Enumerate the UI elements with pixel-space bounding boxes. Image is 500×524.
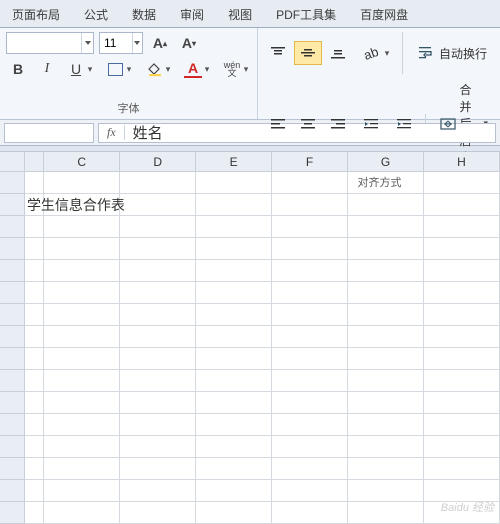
italic-button[interactable]: I (35, 58, 59, 80)
align-center-button[interactable] (294, 112, 322, 136)
row-header[interactable] (0, 216, 25, 238)
col-header-c[interactable]: C (44, 152, 120, 172)
svg-text:ab: ab (362, 45, 380, 61)
font-name-combo[interactable] (6, 32, 94, 54)
align-bottom-icon (327, 43, 349, 63)
align-middle-icon (297, 43, 319, 63)
tab-layout[interactable]: 页面布局 (0, 1, 72, 27)
row-header[interactable] (0, 502, 25, 524)
border-button[interactable]: ▾ (103, 58, 137, 80)
select-all-corner[interactable] (0, 152, 25, 172)
chevron-down-icon[interactable] (132, 33, 142, 53)
align-center-icon (297, 114, 319, 134)
ribbon: A▴ A▾ B I U▾ ▾ ▾ A▾ wén文▾ 字体 (0, 28, 500, 120)
group-align: ab▾ 自动换行 合并后居中 ▾ (258, 28, 500, 119)
cell-title[interactable]: 学生信息合作表 (25, 194, 44, 216)
bold-button[interactable]: B (6, 58, 30, 80)
align-left-button[interactable] (264, 112, 292, 136)
border-icon (108, 63, 123, 76)
group-font: A▴ A▾ B I U▾ ▾ ▾ A▾ wén文▾ 字体 (0, 28, 258, 119)
phonetic-button[interactable]: wén文▾ (220, 58, 254, 80)
increase-indent-icon (393, 114, 415, 134)
row-header[interactable] (0, 480, 25, 502)
cells-area[interactable]: 学生信息合作表 (0, 172, 500, 524)
name-box[interactable] (4, 123, 94, 143)
tab-data[interactable]: 数据 (120, 1, 168, 27)
col-header-h[interactable]: H (424, 152, 500, 172)
fill-color-button[interactable]: ▾ (142, 58, 176, 80)
row-header[interactable] (0, 282, 25, 304)
grow-font-button[interactable]: A▴ (148, 32, 172, 54)
row-header[interactable] (0, 326, 25, 348)
tab-view[interactable]: 视图 (216, 1, 264, 27)
align-left-icon (267, 114, 289, 134)
wrap-text-label: 自动换行 (439, 45, 487, 62)
formula-value[interactable]: 姓名 (125, 122, 171, 143)
column-headers: C D E F G H (0, 152, 500, 172)
row-header[interactable] (0, 172, 25, 194)
font-size-input[interactable] (100, 36, 132, 50)
font-color-button[interactable]: A▾ (181, 58, 215, 80)
font-name-input[interactable] (7, 36, 81, 50)
formula-bar-area: fx 姓名 (0, 120, 500, 146)
col-header[interactable] (25, 152, 44, 172)
font-color-icon: A (184, 60, 202, 78)
row-header[interactable] (0, 348, 25, 370)
row-header[interactable] (0, 392, 25, 414)
row-header[interactable] (0, 458, 25, 480)
tab-baidu[interactable]: 百度网盘 (348, 1, 420, 27)
row-header[interactable] (0, 194, 25, 216)
increase-indent-button[interactable] (390, 112, 418, 136)
wrap-text-icon (417, 44, 435, 62)
align-middle-button[interactable] (294, 41, 322, 65)
tab-formula[interactable]: 公式 (72, 1, 120, 27)
merge-center-icon (440, 115, 456, 133)
row-header[interactable] (0, 414, 25, 436)
col-header-d[interactable]: D (120, 152, 196, 172)
orientation-icon: ab (360, 43, 382, 63)
spreadsheet: C D E F G H 学生信息合作表 (0, 152, 500, 524)
row-header[interactable] (0, 304, 25, 326)
row-header[interactable] (0, 436, 25, 458)
wrap-text-button[interactable]: 自动换行 (410, 41, 494, 65)
phonetic-icon: wén文 (223, 60, 241, 78)
col-header-e[interactable]: E (196, 152, 272, 172)
align-top-button[interactable] (264, 41, 292, 65)
shrink-font-button[interactable]: A▾ (177, 32, 201, 54)
underline-button[interactable]: U▾ (64, 58, 98, 80)
align-right-button[interactable] (324, 112, 352, 136)
align-right-icon (327, 114, 349, 134)
row-header[interactable] (0, 260, 25, 282)
decrease-indent-icon (360, 114, 382, 134)
align-bottom-button[interactable] (324, 41, 352, 65)
col-header-f[interactable]: F (272, 152, 348, 172)
row-header[interactable] (0, 238, 25, 260)
col-header-g[interactable]: G (348, 152, 424, 172)
tab-review[interactable]: 审阅 (168, 1, 216, 27)
ribbon-tabs: 页面布局 公式 数据 审阅 视图 PDF工具集 百度网盘 (0, 0, 500, 28)
align-top-icon (267, 43, 289, 63)
row-header[interactable] (0, 370, 25, 392)
group-label-font: 字体 (0, 99, 257, 119)
name-box-input[interactable] (5, 126, 93, 140)
decrease-indent-button[interactable] (357, 112, 385, 136)
font-size-combo[interactable] (99, 32, 143, 54)
fx-icon[interactable]: fx (99, 125, 125, 140)
orientation-button[interactable]: ab▾ (357, 41, 395, 65)
chevron-down-icon[interactable] (81, 33, 93, 53)
paint-bucket-icon (145, 60, 163, 78)
tab-pdf[interactable]: PDF工具集 (264, 1, 348, 27)
